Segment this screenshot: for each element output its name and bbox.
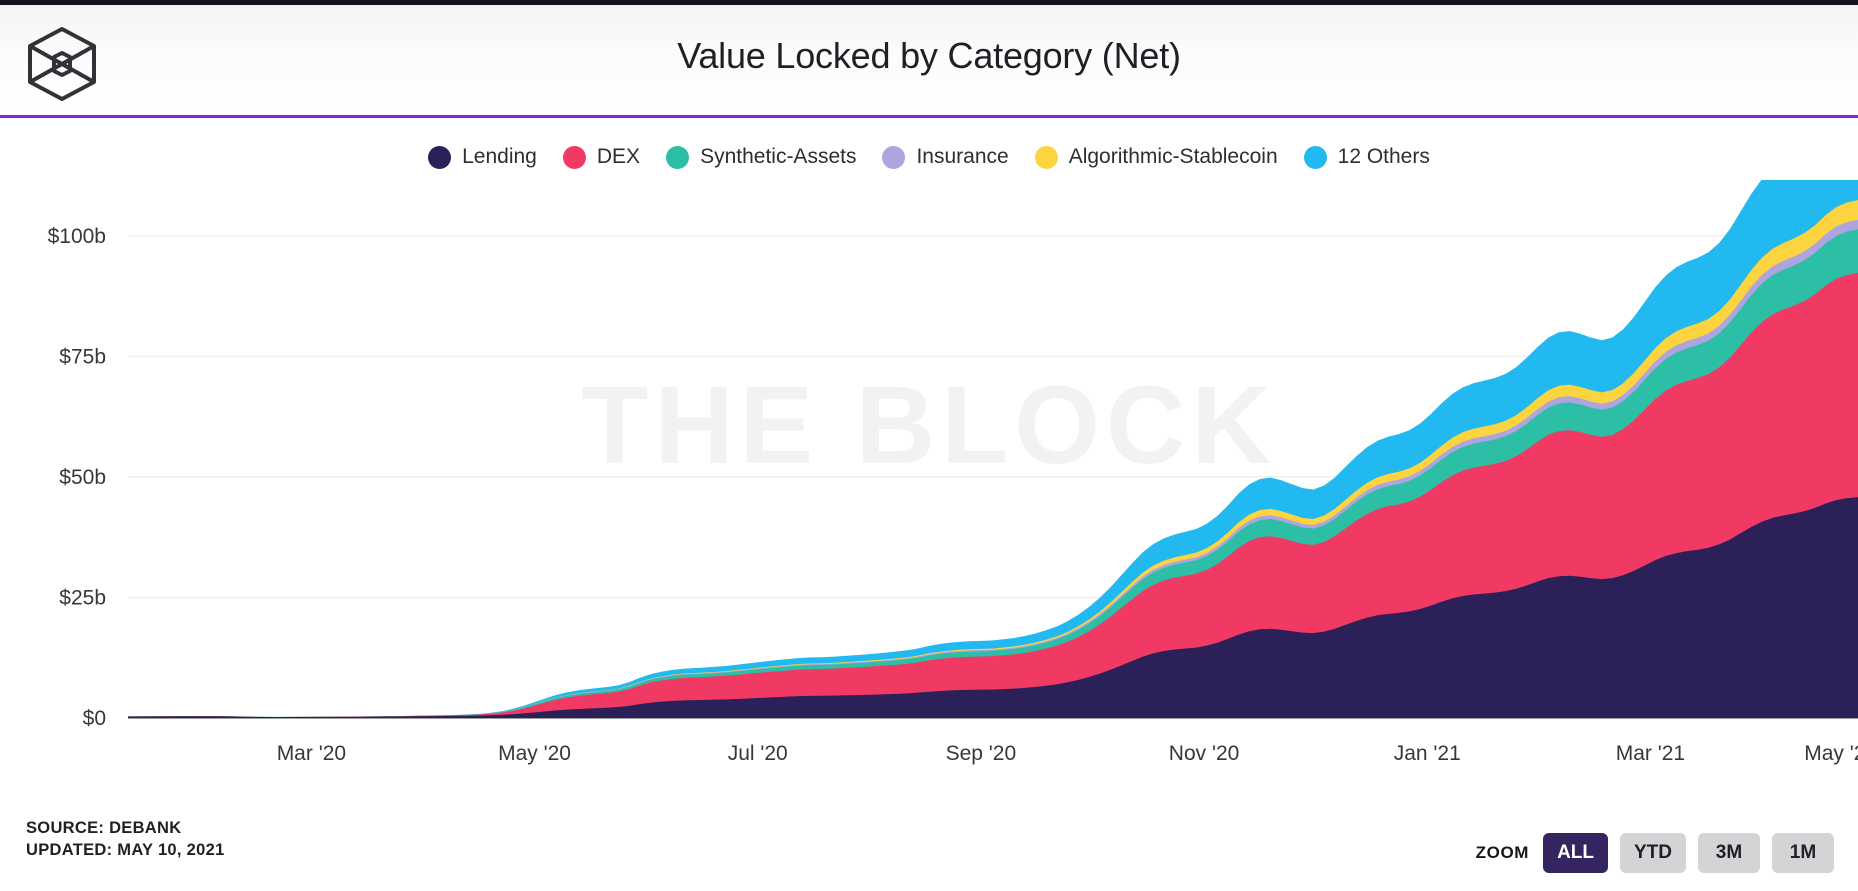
y-axis-tick-label: $75b: [59, 345, 106, 368]
zoom-button-3m[interactable]: 3M: [1698, 833, 1760, 873]
x-axis-tick-label: Sep '20: [946, 742, 1017, 765]
legend-label: Lending: [462, 145, 537, 168]
legend-item-12-others[interactable]: 12 Others: [1303, 145, 1430, 169]
y-axis-tick-label: $100b: [48, 225, 106, 248]
legend-item-synthetic-assets[interactable]: Synthetic-Assets: [666, 145, 856, 169]
legend-label: DEX: [596, 145, 641, 168]
legend-label: Insurance: [916, 145, 1009, 168]
zoom-button-group: ALL YTD 3M 1M: [1543, 833, 1834, 873]
area-series-group: [128, 180, 1858, 718]
chart-legend: Lending DEX Synthetic-Assets Insurance Algor…: [0, 118, 1858, 180]
legend-color-dot: [882, 145, 906, 169]
x-axis-tick-label: Nov '20: [1169, 742, 1240, 765]
legend-label: Synthetic-Assets: [700, 145, 857, 168]
chart-header: Value Locked by Category (Net): [0, 5, 1858, 118]
y-axis-tick-label: $0: [83, 707, 106, 730]
y-axis-labels: $0 $25b $50b $75b $100b: [48, 225, 106, 730]
chart-area: THE BLOCK $0 $25b $50b $75b $100b Mar '20 May…: [0, 180, 1858, 807]
zoom-button-all[interactable]: ALL: [1543, 833, 1608, 873]
legend-label: 12 Others: [1337, 145, 1430, 168]
chart-page: Value Locked by Category (Net) Lending DE…: [0, 0, 1858, 891]
legend-color-dot: [428, 145, 452, 169]
legend-label: Algorithmic-Stablecoin: [1068, 145, 1278, 168]
x-axis-tick-label: May '20: [498, 742, 571, 765]
source-info: SOURCE: DEBANK UPDATED: MAY 10, 2021: [26, 817, 225, 862]
zoom-label: ZOOM: [1475, 843, 1530, 862]
x-axis-tick-label: Jan '21: [1394, 742, 1461, 765]
zoom-button-ytd[interactable]: YTD: [1620, 833, 1686, 873]
legend-item-lending[interactable]: Lending: [428, 145, 537, 169]
updated-line: UPDATED: MAY 10, 2021: [26, 841, 225, 860]
page-title: Value Locked by Category (Net): [677, 35, 1181, 76]
legend-color-dot: [666, 145, 690, 169]
legend-item-dex[interactable]: DEX: [562, 145, 641, 169]
zoom-button-1m[interactable]: 1M: [1772, 833, 1834, 873]
x-axis-tick-label: Mar '20: [277, 742, 346, 765]
zoom-controls: ZOOM ALL YTD 3M 1M: [1476, 833, 1834, 873]
legend-color-dot: [562, 145, 586, 169]
legend-item-insurance[interactable]: Insurance: [882, 145, 1009, 169]
legend-color-dot: [1034, 145, 1058, 169]
x-axis-tick-label: Jul '20: [728, 742, 788, 765]
x-axis-tick-label: May '21: [1804, 742, 1858, 765]
y-axis-tick-label: $25b: [59, 586, 106, 609]
x-axis-labels: Mar '20 May '20 Jul '20 Sep '20 Nov '20 Jan '…: [277, 742, 1858, 765]
legend-item-algorithmic-stablecoin[interactable]: Algorithmic-Stablecoin: [1034, 145, 1278, 169]
chart-footer: SOURCE: DEBANK UPDATED: MAY 10, 2021 ZOO…: [0, 807, 1858, 891]
y-axis-tick-label: $50b: [59, 466, 106, 489]
stacked-area-chart[interactable]: $0 $25b $50b $75b $100b Mar '20 May '20 Jul '2…: [0, 180, 1858, 800]
source-line: SOURCE: DEBANK: [26, 819, 182, 837]
x-axis-tick-label: Mar '21: [1616, 742, 1685, 765]
legend-color-dot: [1303, 145, 1327, 169]
